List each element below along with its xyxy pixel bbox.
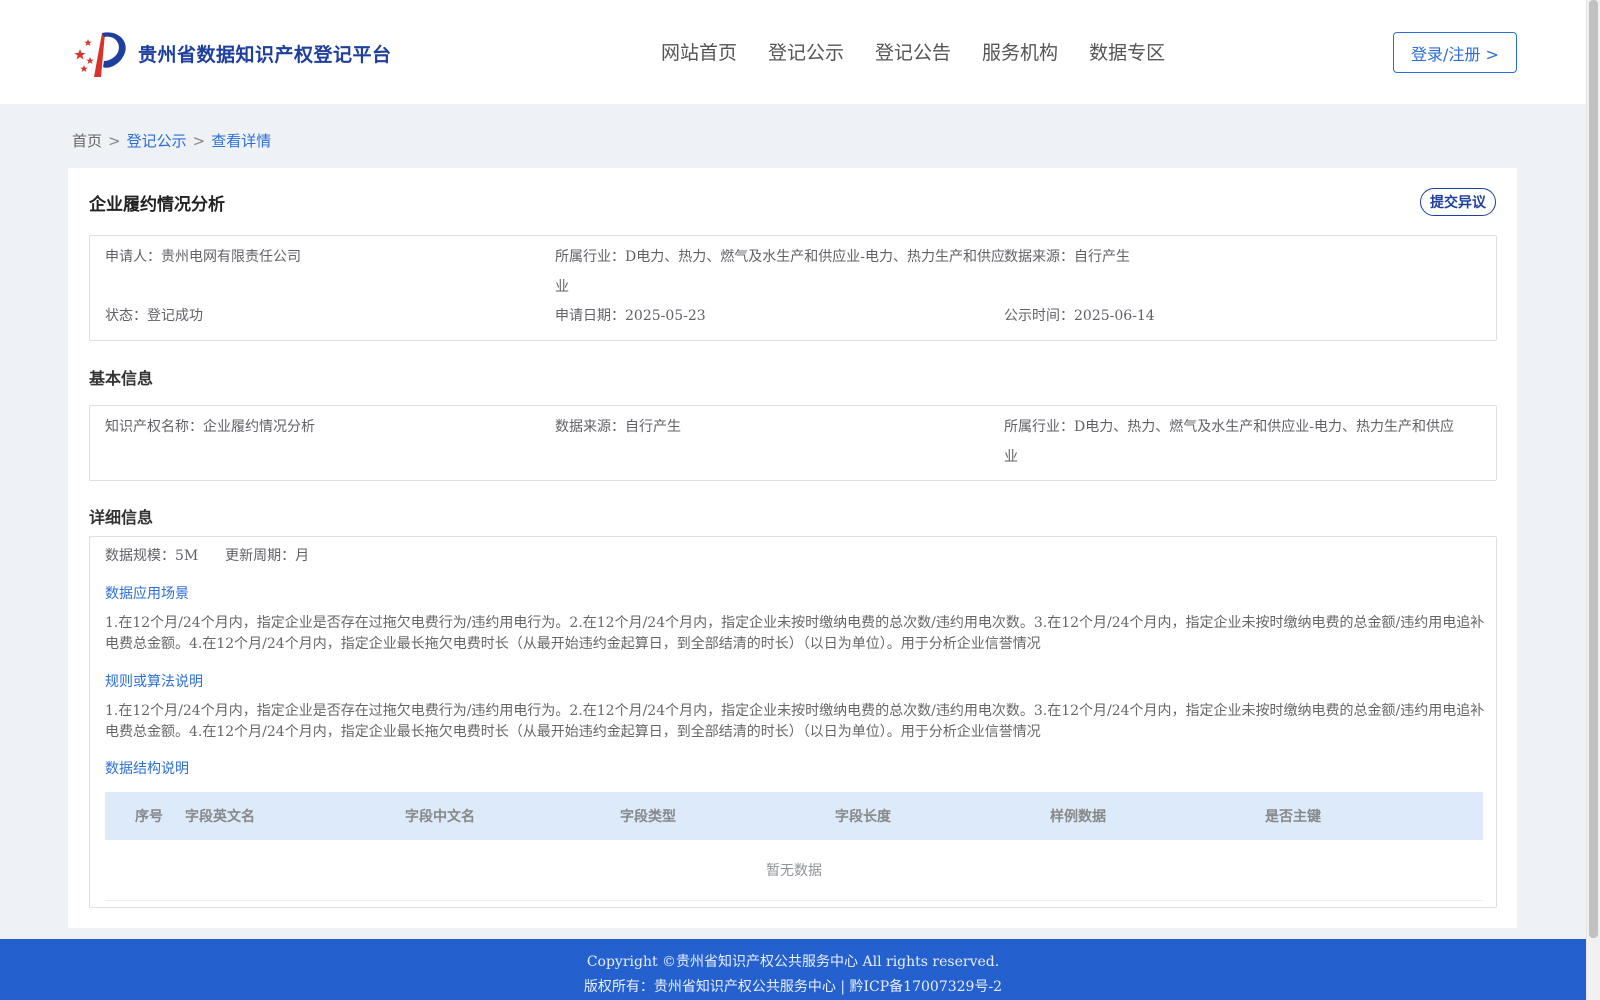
column-header-type: 字段类型 [620,792,835,840]
applicant-label: 申请人： [105,249,161,265]
update-cycle-label: 更新周期： [225,548,296,564]
page-scrollbar[interactable] [1586,0,1600,1000]
nav-data-zone[interactable]: 数据专区 [1089,38,1165,65]
basic-industry-label: 所属行业： [1004,419,1074,435]
rule-algorithm-text: 1.在12个月/24个月内，指定企业是否存在过拖欠电费行为/违约用电行为。2.在… [105,703,1485,740]
basic-industry-value-continued: 业 [1004,449,1018,465]
column-header-sample: 样例数据 [1050,792,1265,840]
rule-algorithm-title: 规则或算法说明 [105,674,203,690]
breadcrumb-current: 查看详情 [211,132,272,150]
nav-home[interactable]: 网站首页 [661,38,737,65]
source-label: 数据来源： [1004,249,1074,265]
update-cycle-value: 月 [295,548,310,564]
applicant-field: 申请人：贵州电网有限责任公司 [105,242,301,272]
column-header-chinese-name: 字段中文名 [405,792,620,840]
breadcrumb: 首页 > 登记公示 > 查看详情 [72,130,277,151]
scrollbar-thumb[interactable] [1589,0,1598,938]
detail-card: 企业履约情况分析 提交异议 申请人：贵州电网有限责任公司 所属行业：D电力、热力… [68,168,1517,928]
site-header: 贵州省数据知识产权登记平台 网站首页 登记公示 登记公告 服务机构 数据专区 登… [0,0,1586,104]
basic-source-field: 数据来源：自行产生 [555,412,681,442]
submit-objection-button[interactable]: 提交异议 [1420,188,1496,216]
apply-date-label: 申请日期： [555,308,625,324]
data-scale-value: 5M [175,548,199,564]
data-structure-table: 序号 字段英文名 字段中文名 字段类型 字段长度 样例数据 是否主键 [105,792,1483,840]
status-label: 状态： [105,308,147,324]
breadcrumb-registration-publicity[interactable]: 登记公示 [127,132,187,150]
ip-name-label: 知识产权名称： [105,419,203,435]
logo-emblem-icon [74,32,126,77]
detailed-info-title: 详细信息 [89,508,154,527]
site-title: 贵州省数据知识产权登记平台 [138,43,392,66]
column-header-primary-key: 是否主键 [1265,792,1483,840]
data-scale-label: 数据规模： [105,548,175,564]
publish-time-label: 公示时间： [1004,308,1074,324]
table-header-row: 序号 字段英文名 字段中文名 字段类型 字段长度 样例数据 是否主键 [105,792,1483,840]
industry-value: D电力、热力、燃气及水生产和供应业-电力、热力生产和供应 [625,249,1005,265]
breadcrumb-home[interactable]: 首页 [72,132,102,150]
basic-industry-field: 所属行业：D电力、热力、燃气及水生产和供应业-电力、热力生产和供应 业 [1004,412,1464,472]
table-empty-state: 暂无数据 [105,841,1483,901]
detailed-info-box: 数据规模：5M 更新周期：月 数据应用场景 1.在12个月/24个月内，指定企业… [89,536,1497,908]
ip-name-field: 知识产权名称：企业履约情况分析 [105,412,315,442]
nav-service-agencies[interactable]: 服务机构 [982,38,1058,65]
nav-registration-publicity[interactable]: 登记公示 [768,38,844,65]
application-scenario-title: 数据应用场景 [105,586,189,602]
summary-box: 申请人：贵州电网有限责任公司 所属行业：D电力、热力、燃气及水生产和供应业-电力… [89,235,1497,341]
basic-info-title: 基本信息 [89,369,154,388]
basic-info-box: 知识产权名称：企业履约情况分析 数据来源：自行产生 所属行业：D电力、热力、燃气… [89,405,1497,481]
publish-time-value: 2025-06-14 [1074,308,1155,324]
applicant-value: 贵州电网有限责任公司 [161,249,301,265]
login-register-button[interactable]: 登录/注册 > [1393,32,1517,73]
application-scenario-text: 1.在12个月/24个月内，指定企业是否存在过拖欠电费行为/违约用电行为。2.在… [105,615,1485,652]
nav-registration-announcement[interactable]: 登记公告 [875,38,951,65]
main-nav: 网站首页 登记公示 登记公告 服务机构 数据专区 [661,38,1196,65]
status-field: 状态：登记成功 [105,301,203,331]
page-title: 企业履约情况分析 [89,195,225,215]
status-value: 登记成功 [147,308,203,324]
apply-date-value: 2025-05-23 [625,308,706,324]
footer-owner: 版权所有：贵州省知识产权公共服务中心 | 黔ICP备17007329号-2 [583,979,1003,995]
site-logo[interactable]: 贵州省数据知识产权登记平台 [72,27,392,79]
breadcrumb-separator: > [192,132,206,150]
breadcrumb-separator: > [108,132,121,150]
industry-label: 所属行业： [555,249,625,265]
source-value: 自行产生 [1074,249,1130,265]
site-footer: Copyright ©贵州省知识产权公共服务中心 All rights rese… [0,939,1586,1000]
industry-field: 所属行业：D电力、热力、燃气及水生产和供应业-电力、热力生产和供应 业 [555,242,1005,302]
basic-industry-value: D电力、热力、燃气及水生产和供应业-电力、热力生产和供应 [1074,419,1454,435]
column-header-length: 字段长度 [835,792,1050,840]
column-header-index: 序号 [105,792,185,840]
publish-time-field: 公示时间：2025-06-14 [1004,301,1155,331]
footer-copyright: Copyright ©贵州省知识产权公共服务中心 All rights rese… [586,954,1000,970]
industry-value-continued: 业 [555,279,569,295]
column-header-english-name: 字段英文名 [185,792,405,840]
apply-date-field: 申请日期：2025-05-23 [555,301,706,331]
data-scale-field: 数据规模：5M 更新周期：月 [105,541,309,571]
basic-source-value: 自行产生 [625,419,681,435]
source-field: 数据来源：自行产生 [1004,242,1130,272]
basic-source-label: 数据来源： [555,419,625,435]
data-structure-title: 数据结构说明 [105,761,189,777]
ip-name-value: 企业履约情况分析 [203,419,315,435]
